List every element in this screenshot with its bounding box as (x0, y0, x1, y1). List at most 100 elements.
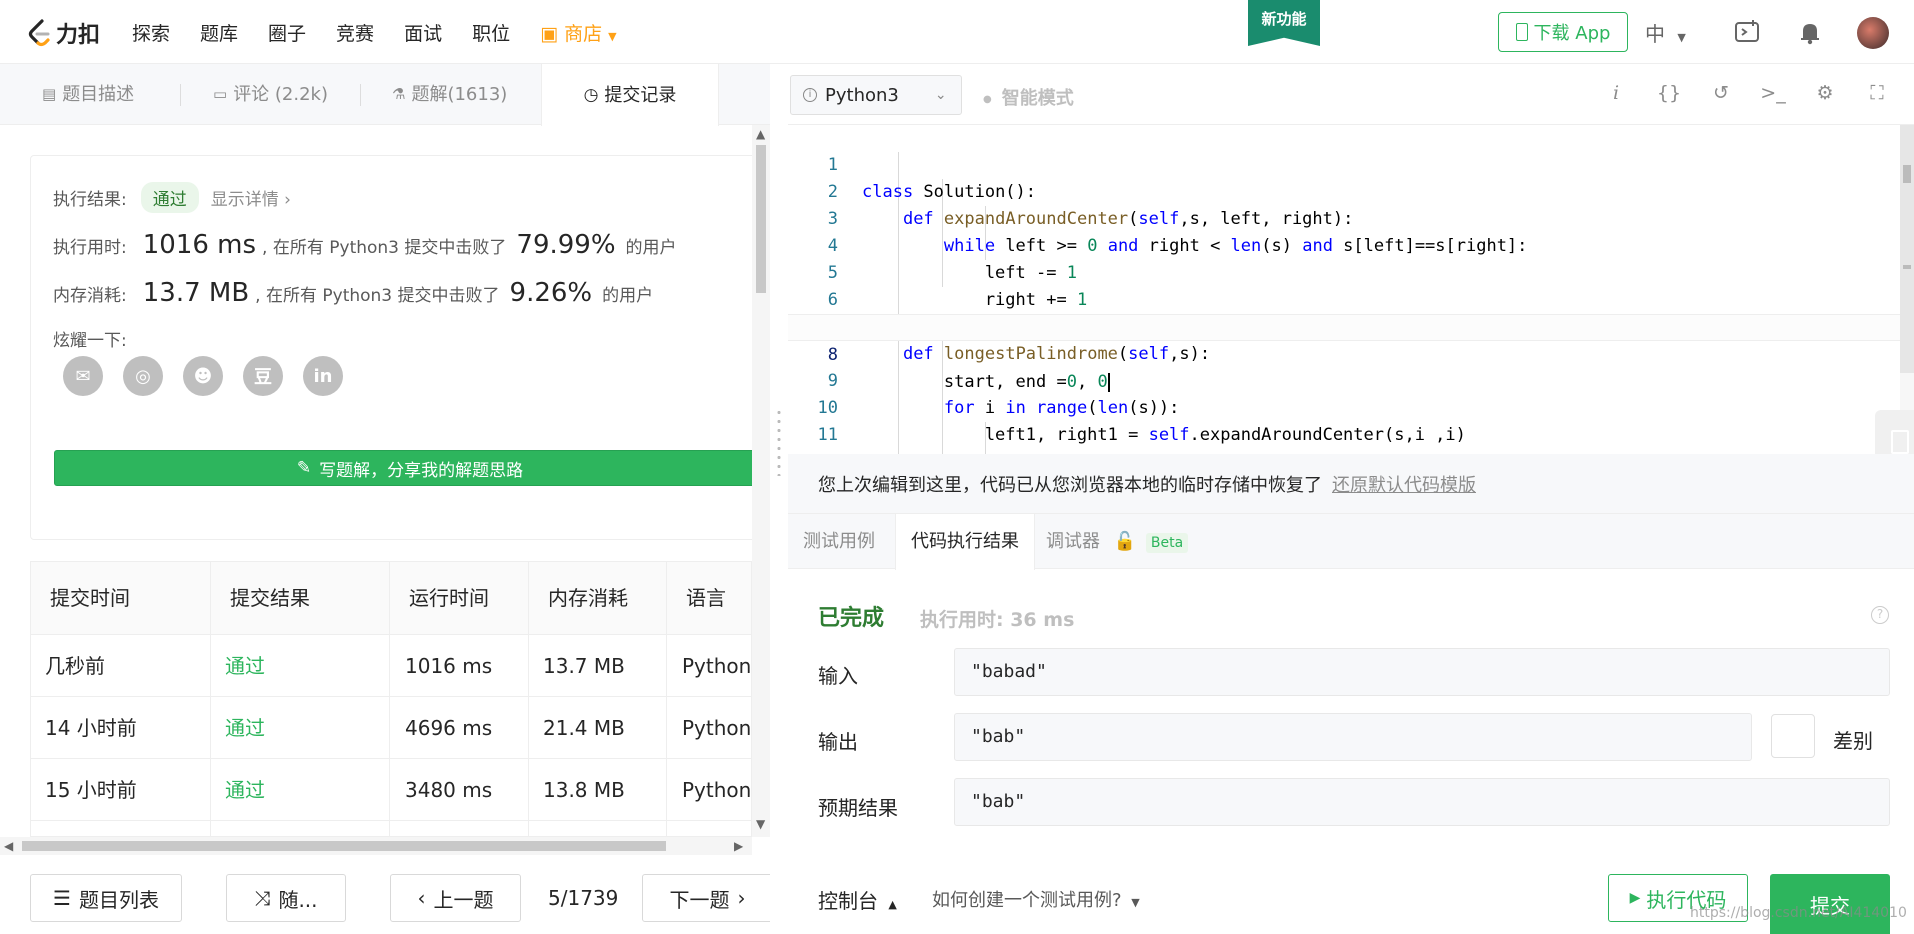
linkedin-icon[interactable]: in (303, 356, 343, 396)
qq-icon[interactable]: ☻ (183, 356, 223, 396)
leetcode-logo[interactable]: 力扣 (28, 17, 100, 49)
column-header[interactable]: 运行时间 (409, 562, 489, 635)
nav-jobs[interactable]: 职位 (472, 19, 510, 46)
weibo-icon[interactable]: ◎ (123, 356, 163, 396)
code-line[interactable]: 5 right += 1 (788, 233, 1900, 310)
tab-test-cases[interactable]: 测试用例 (788, 514, 890, 569)
info-icon[interactable]: i (1603, 82, 1629, 104)
scroll-left-icon[interactable]: ◀ (4, 839, 13, 853)
diff-checkbox[interactable] (1771, 714, 1815, 758)
nav-problems[interactable]: 题库 (200, 19, 238, 46)
table-cell: 14 小时前 (45, 716, 137, 740)
table-horizontal-scrollbar[interactable]: ◀ ▶ (0, 837, 752, 855)
braces-icon[interactable]: {} (1656, 82, 1682, 104)
user-avatar[interactable] (1857, 17, 1889, 49)
code-line[interactable]: 4 left -= 1 (788, 206, 1900, 283)
tab-description[interactable]: ▤ 题目描述 (42, 64, 134, 125)
table-cell: 1016 ms (405, 654, 493, 678)
nav-circle[interactable]: 圈子 (268, 19, 306, 46)
code-line[interactable]: 12 if right1 - left1 > end - start: (788, 422, 1900, 454)
code-line[interactable]: 2 def expandAroundCenter(self,s, left, r… (788, 152, 1900, 229)
scrollbar-thumb[interactable] (756, 145, 766, 293)
table-row[interactable]: 14 小时前 通过 4696 ms 21.4 MB Python (31, 697, 751, 759)
scrollbar-thumb[interactable] (22, 841, 666, 851)
smart-mode-toggle[interactable]: ● 智能模式 (983, 84, 1074, 110)
download-app-button[interactable]: 下载 App (1498, 12, 1628, 52)
previous-problem-button[interactable]: ‹ 上一题 (390, 874, 521, 922)
write-solution-button[interactable]: ✎ 写题解，分享我的解题思路 (54, 450, 766, 486)
douban-icon[interactable]: 豆 (243, 356, 283, 396)
nav-explore[interactable]: 探索 (132, 19, 170, 46)
scrollbar-thumb[interactable] (1900, 125, 1914, 373)
code-line[interactable]: 9 for i in range(len(s)): (788, 341, 1900, 418)
column-header[interactable]: 语言 (686, 562, 726, 635)
chevron-left-icon: ‹ (417, 886, 426, 910)
random-problem-button[interactable]: ⤨ 随... (226, 874, 346, 922)
left-panel-scrollbar[interactable]: ▲ ▼ (752, 125, 770, 837)
tab-debugger[interactable]: 调试器 🔓 Beta (1031, 514, 1203, 569)
restore-default-template-link[interactable]: 还原默认代码模版 (1332, 471, 1476, 497)
result-status-row: 执行结果: 通过 显示详情 › (53, 182, 291, 213)
new-feature-badge[interactable]: 新功能 (1248, 0, 1320, 46)
code-line[interactable]: 10 left1, right1 = self.expandAroundCent… (788, 368, 1900, 445)
tab-comments[interactable]: ▭ 评论 (2.2k) (213, 64, 328, 125)
submit-button[interactable]: 提交 (1770, 874, 1890, 934)
settings-icon[interactable]: ⚙ (1812, 82, 1838, 104)
console-toggle[interactable]: 控制台 ▲ (818, 885, 897, 914)
scroll-down-icon[interactable]: ▼ (756, 817, 765, 831)
table-cell: 15 小时前 (45, 778, 137, 802)
show-details-link[interactable]: 显示详情 › (211, 185, 291, 210)
submissions-table: 提交时间 提交结果 运行时间 内存消耗 语言 几秒前 通过 1016 ms 13… (30, 561, 752, 837)
table-cell-result[interactable]: 通过 (225, 697, 265, 759)
playground-icon[interactable] (1733, 18, 1761, 46)
bell-icon[interactable] (1796, 18, 1824, 46)
table-row[interactable]: 几秒前 通过 1016 ms 13.7 MB Python (31, 635, 751, 697)
help-icon[interactable]: ? (1871, 606, 1889, 624)
panel-splitter[interactable] (770, 64, 788, 934)
problem-list-button[interactable]: ☰ 题目列表 (30, 874, 182, 922)
scroll-up-icon[interactable]: ▲ (756, 127, 765, 141)
language-switch[interactable]: 中 ▼ (1645, 18, 1686, 47)
notes-icon (1891, 430, 1909, 454)
table-cell-result[interactable]: 通过 (225, 759, 265, 821)
tab-submissions[interactable]: ◷ 提交记录 (541, 64, 719, 126)
code-line[interactable]: 3 while left >= 0 and right < len(s) and… (788, 179, 1900, 256)
column-header[interactable]: 内存消耗 (548, 562, 628, 635)
code-line[interactable]: 1 class Solution(): (788, 125, 1900, 202)
nav-contest[interactable]: 竞赛 (336, 19, 374, 46)
share-label: 炫耀一下: (53, 331, 127, 351)
language-select[interactable]: i Python3 ⌄ (790, 75, 962, 115)
editor-scrollbar[interactable] (1900, 125, 1914, 454)
nav-interview[interactable]: 面试 (404, 19, 442, 46)
problem-pager: 5/1739 (548, 886, 619, 910)
table-cell-result[interactable]: 通过 (225, 635, 265, 697)
next-problem-button[interactable]: 下一题 › (642, 874, 773, 922)
caret-down-icon: ▼ (1677, 31, 1686, 44)
code-line[interactable]: 6 return left+1, right-1 (788, 260, 1900, 337)
tab-solutions[interactable]: ⚗ 题解(1613) (392, 64, 507, 125)
terminal-icon[interactable]: >_ (1760, 82, 1786, 104)
code-line[interactable]: 11 left2, right2 = self.expandAroundCent… (788, 395, 1900, 454)
reset-icon[interactable]: ↺ (1708, 82, 1734, 104)
clock-icon: ◷ (583, 84, 599, 105)
code-line-current[interactable]: 8 start, end =0, 0 (788, 314, 1900, 392)
code-editor[interactable]: 1 class Solution(): 2 def expandAroundCe… (788, 125, 1900, 454)
drag-handle-icon[interactable] (777, 408, 781, 476)
wechat-icon[interactable]: ✉ (63, 356, 103, 396)
column-header[interactable]: 提交时间 (50, 562, 130, 635)
code-line[interactable]: 7 def longestPalindrome(self,s): (788, 287, 1900, 364)
restore-notice: 您上次编辑到这里，代码已从您浏览器本地的临时存储中恢复了 还原默认代码模版 (788, 454, 1914, 514)
flask-icon: ⚗ (392, 85, 406, 103)
submission-result-card: 执行结果: 通过 显示详情 › 执行用时: 1016 ms , 在所有 Pyth… (30, 155, 766, 540)
scroll-right-icon[interactable]: ▶ (734, 839, 743, 853)
table-cell: 几秒前 (45, 654, 105, 678)
column-header[interactable]: 提交结果 (230, 562, 310, 635)
caret-down-icon: ▼ (608, 29, 617, 43)
top-navigation: 力扣 探索 题库 圈子 竞赛 面试 职位 ▣ 商店 ▼ 新功能 下载 App 中… (0, 0, 1914, 64)
fullscreen-icon[interactable]: ⛶ (1864, 82, 1890, 104)
tab-run-result[interactable]: 代码执行结果 (895, 514, 1035, 570)
runtime-users-text: 的用户 (625, 238, 677, 258)
nav-store[interactable]: ▣ 商店 ▼ (540, 19, 617, 46)
how-to-create-testcase-link[interactable]: 如何创建一个测试用例? ▼ (932, 886, 1140, 912)
table-row[interactable]: 15 小时前 通过 3480 ms 13.8 MB Python (31, 759, 751, 821)
